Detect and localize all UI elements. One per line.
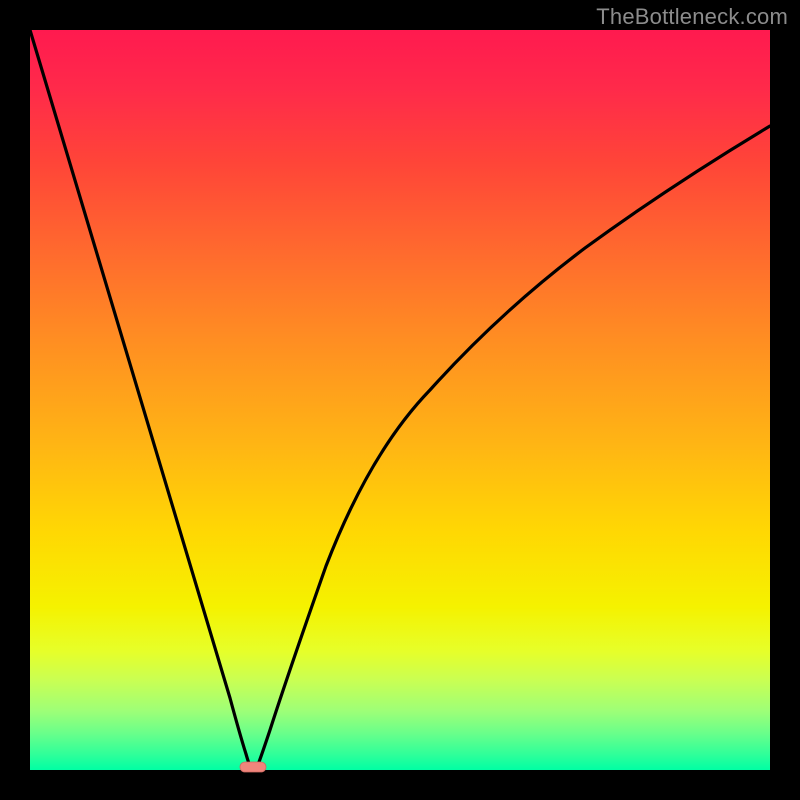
plot-frame — [30, 30, 770, 770]
watermark-text: TheBottleneck.com — [596, 4, 788, 30]
bottleneck-curve-path — [30, 30, 770, 770]
optimum-marker — [240, 762, 266, 772]
bottleneck-curve-svg — [30, 30, 770, 770]
